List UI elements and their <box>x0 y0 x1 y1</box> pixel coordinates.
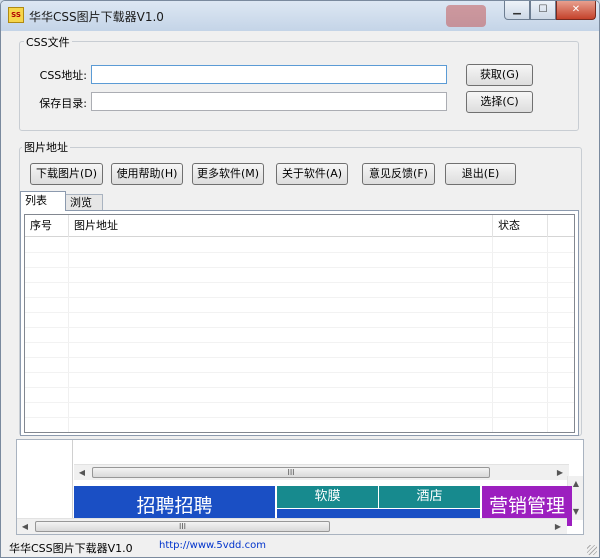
more-software-button[interactable]: 更多软件(M) <box>192 163 264 185</box>
css-url-field[interactable] <box>91 65 447 84</box>
list-item[interactable] <box>25 358 574 373</box>
maximize-icon: ☐ <box>538 4 548 15</box>
scroll-right-icon[interactable]: ▶ <box>552 521 564 533</box>
choose-button[interactable]: 选择(C) <box>466 91 533 113</box>
inner-horizontal-scrollbar[interactable]: ◀ III ▶ <box>74 464 569 480</box>
list-item[interactable] <box>25 283 574 298</box>
image-list[interactable]: 序号 图片地址 状态 <box>24 214 575 433</box>
list-item[interactable] <box>25 418 574 432</box>
list-item[interactable] <box>25 403 574 418</box>
fetch-button[interactable]: 获取(G) <box>466 64 533 86</box>
close-icon: ✕ <box>571 4 581 15</box>
list-header: 序号 图片地址 状态 <box>25 215 574 237</box>
scroll-left-icon[interactable]: ◀ <box>76 467 88 479</box>
resize-grip-icon[interactable] <box>587 545 597 555</box>
column-header-url[interactable]: 图片地址 <box>69 215 493 237</box>
scrollbar-thumb[interactable]: III <box>92 467 490 478</box>
css-file-group-label: CSS文件 <box>24 34 72 50</box>
list-item[interactable] <box>25 313 574 328</box>
status-bar: 华华CSS图片下载器V1.0 http://www.5vdd.com <box>1 537 599 557</box>
outer-horizontal-scrollbar[interactable]: ◀ III ▶ <box>17 518 567 534</box>
save-dir-input[interactable] <box>92 93 446 110</box>
inner-frame <box>17 440 73 520</box>
list-item[interactable] <box>25 373 574 388</box>
ad-banner-hotel[interactable]: 酒店 <box>379 486 480 508</box>
css-url-label: CSS地址: <box>39 69 87 82</box>
list-item[interactable] <box>25 343 574 358</box>
scrollbar-thumb[interactable]: III <box>35 521 330 532</box>
download-images-button[interactable]: 下载图片(D) <box>30 163 103 185</box>
main-window: SS 华华CSS图片下载器V1.0 ▁ ☐ ✕ CSS文件 CSS地址: 获取(… <box>0 0 600 558</box>
list-item[interactable] <box>25 268 574 283</box>
column-header-index[interactable]: 序号 <box>25 215 69 237</box>
tab-browse[interactable]: 浏览 <box>65 194 103 211</box>
app-icon: SS <box>8 7 24 23</box>
minimize-button[interactable]: ▁ <box>504 1 530 20</box>
status-app-name: 华华CSS图片下载器V1.0 <box>9 542 133 555</box>
scroll-left-icon[interactable]: ◀ <box>19 521 31 533</box>
image-address-group-label: 图片地址 <box>22 139 70 155</box>
exit-button[interactable]: 退出(E) <box>445 163 516 185</box>
css-file-group <box>19 41 579 131</box>
ad-banner-soft-film[interactable]: 软膜 <box>277 486 378 508</box>
title-decoration <box>446 5 486 27</box>
close-button[interactable]: ✕ <box>556 1 596 20</box>
list-item[interactable] <box>25 298 574 313</box>
list-item[interactable] <box>25 253 574 268</box>
minimize-icon: ▁ <box>513 4 521 15</box>
css-url-input[interactable] <box>92 66 446 83</box>
feedback-button[interactable]: 意见反馈(F) <box>362 163 435 185</box>
column-header-status[interactable]: 状态 <box>493 215 548 237</box>
scroll-right-icon[interactable]: ▶ <box>554 467 566 479</box>
save-dir-label: 保存目录: <box>39 97 87 110</box>
help-button[interactable]: 使用帮助(H) <box>111 163 183 185</box>
about-button[interactable]: 关于软件(A) <box>276 163 348 185</box>
status-website-link[interactable]: http://www.5vdd.com <box>159 540 266 551</box>
list-tab-panel: 序号 图片地址 状态 <box>20 210 579 436</box>
tab-list[interactable]: 列表 <box>20 191 66 211</box>
window-title: 华华CSS图片下载器V1.0 <box>29 10 164 24</box>
list-item[interactable] <box>25 328 574 343</box>
title-bar[interactable]: SS 华华CSS图片下载器V1.0 ▁ ☐ ✕ <box>1 1 599 31</box>
save-dir-field[interactable] <box>91 92 447 111</box>
list-item[interactable] <box>25 238 574 253</box>
maximize-button[interactable]: ☐ <box>530 1 556 20</box>
list-item[interactable] <box>25 388 574 403</box>
embedded-browser[interactable]: ◀ III ▶ ▲ ▼ 招聘招聘 软膜 酒店 营销管理 ◀ III ▶ <box>16 439 584 535</box>
